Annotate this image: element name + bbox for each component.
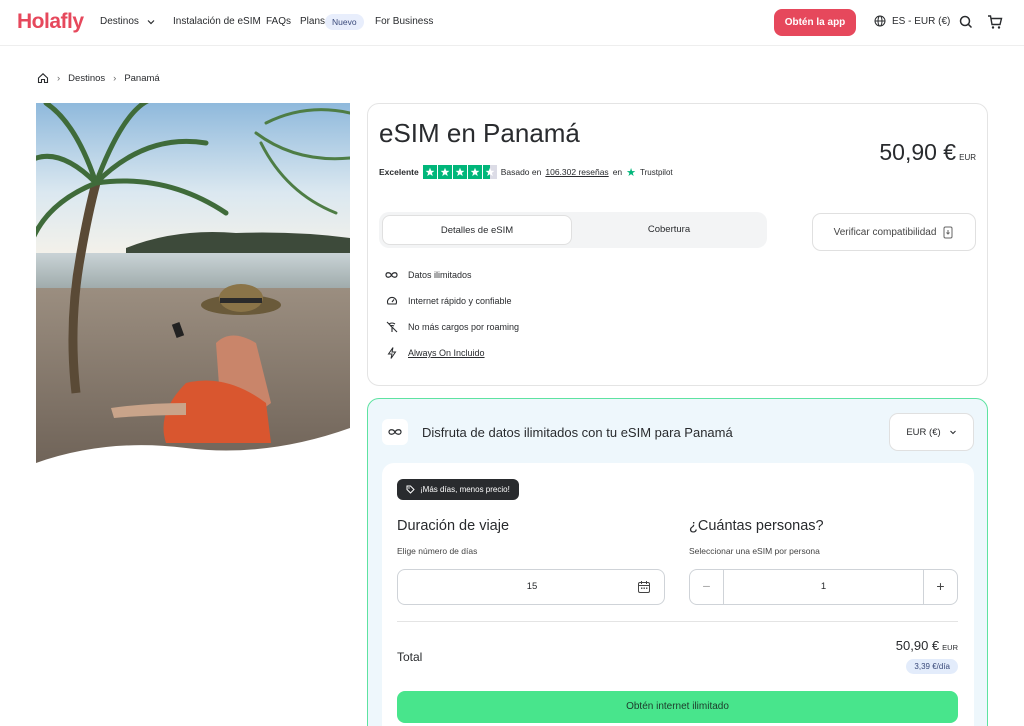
lightning-icon: [385, 347, 398, 360]
people-title: ¿Cuántas personas?: [689, 518, 824, 534]
people-value: 1: [820, 581, 827, 592]
people-stepper: − 1 +: [689, 569, 958, 605]
promo-badge: ¡Más días, menos precio!: [397, 479, 519, 500]
duration-value: 15: [526, 581, 538, 592]
home-icon[interactable]: [37, 72, 49, 84]
per-day-badge: 3,39 €/día: [906, 659, 958, 674]
language-selector[interactable]: ES - EUR (€): [874, 15, 950, 27]
price-currency: EUR: [959, 153, 976, 162]
plan-heading: Disfruta de datos ilimitados con tu eSIM…: [422, 424, 733, 440]
breadcrumb-separator: ›: [57, 72, 61, 84]
language-label: ES - EUR (€): [892, 15, 951, 27]
reviews-prefix: Basado en: [500, 167, 542, 177]
promo-label: ¡Más días, menos precio!: [420, 485, 510, 494]
duration-input[interactable]: 15: [397, 569, 665, 605]
calendar-icon[interactable]: [637, 580, 651, 594]
phone-check-icon: [943, 226, 953, 238]
get-app-button[interactable]: Obtén la app: [774, 9, 856, 36]
trustpilot-stars: [422, 165, 497, 179]
breadcrumb: › Destinos › Panamá: [37, 72, 160, 84]
search-icon[interactable]: [958, 14, 974, 30]
reviews-suffix: en: [612, 167, 623, 177]
duration-title: Duración de viaje: [397, 518, 510, 534]
tag-icon: [406, 485, 415, 494]
chevron-down-icon[interactable]: [146, 17, 156, 27]
divider: [397, 621, 958, 622]
total-price: 50,90 € EUR: [896, 638, 958, 653]
page-title: eSIM en Panamá: [379, 118, 580, 148]
half-star-icon: [482, 165, 497, 179]
infinity-icon: [385, 269, 398, 282]
plan-selector-card: Disfruta de datos ilimitados con tu eSIM…: [367, 398, 988, 726]
trustpilot-star-icon: ★: [626, 166, 637, 179]
plan-header: Disfruta de datos ilimitados con tu eSIM…: [382, 419, 733, 445]
increment-button[interactable]: +: [923, 570, 957, 604]
currency-select[interactable]: EUR (€): [889, 413, 974, 451]
plan-config-panel: ¡Más días, menos precio! Duración de via…: [382, 463, 974, 726]
star-icon: [437, 165, 452, 179]
currency-value: EUR (€): [906, 426, 941, 438]
duration-subtitle: Elige número de días: [397, 546, 478, 556]
breadcrumb-destinos[interactable]: Destinos: [68, 73, 105, 84]
product-tabs: Detalles de eSIM Cobertura: [379, 212, 767, 248]
price-value: 50,90 €: [879, 139, 957, 165]
nav-instalacion[interactable]: Instalación de eSIM: [173, 16, 261, 27]
feature-label: Datos ilimitados: [408, 270, 472, 280]
list-item: No más cargos por roaming: [385, 314, 519, 340]
speedometer-icon: [385, 295, 398, 308]
no-roaming-icon: [385, 321, 398, 334]
trustpilot-label: Trustpilot: [640, 167, 673, 177]
breadcrumb-separator: ›: [113, 72, 117, 84]
feature-label: Internet rápido y confiable: [408, 296, 512, 306]
buy-button[interactable]: Obtén internet ilimitado: [397, 691, 958, 723]
list-item: Datos ilimitados: [385, 262, 519, 288]
list-item: Always On Incluido: [385, 340, 519, 366]
product-price: 50,90 € EUR: [879, 139, 976, 166]
star-icon: [467, 165, 482, 179]
nav-business[interactable]: For Business: [375, 16, 433, 27]
new-badge: Nuevo: [325, 14, 364, 30]
rating-label: Excelente: [379, 167, 419, 177]
tab-cobertura[interactable]: Cobertura: [574, 215, 764, 245]
tab-detalles[interactable]: Detalles de eSIM: [382, 215, 572, 245]
verify-compatibility-button[interactable]: Verificar compatibilidad: [812, 213, 976, 251]
nav-destinos[interactable]: Destinos: [100, 16, 139, 27]
people-subtitle: Seleccionar una eSIM por persona: [689, 546, 820, 556]
nav-faqs[interactable]: FAQs: [266, 16, 291, 27]
feature-list: Datos ilimitados Internet rápido y confi…: [385, 262, 519, 366]
rating-row: Excelente Basado en 106.302 reseñas en ★…: [379, 165, 673, 179]
breadcrumb-current: Panamá: [124, 72, 160, 84]
decrement-button[interactable]: −: [690, 570, 724, 604]
reviews-link[interactable]: 106.302 reseñas: [545, 167, 608, 177]
total-value: 50,90 €: [895, 638, 940, 653]
nav-plans[interactable]: Plans: [300, 16, 325, 27]
top-header: Holafly Destinos Instalación de eSIM FAQ…: [0, 0, 1024, 46]
always-on-link[interactable]: Always On Incluido: [408, 348, 485, 358]
feature-label: No más cargos por roaming: [408, 322, 520, 332]
verify-label: Verificar compatibilidad: [833, 226, 937, 238]
total-label: Total: [397, 650, 423, 664]
total-currency: EUR: [942, 643, 958, 652]
list-item: Internet rápido y confiable: [385, 288, 519, 314]
holafly-logo[interactable]: Holafly: [17, 10, 84, 34]
star-icon: [452, 165, 467, 179]
product-card: eSIM en Panamá Excelente Basado en 106.3…: [367, 103, 988, 386]
infinity-icon: [382, 419, 408, 445]
cart-icon[interactable]: [987, 14, 1003, 30]
chevron-down-icon: [949, 430, 956, 435]
star-icon: [422, 165, 437, 179]
globe-icon: [874, 15, 886, 27]
hero-image: [36, 103, 350, 470]
